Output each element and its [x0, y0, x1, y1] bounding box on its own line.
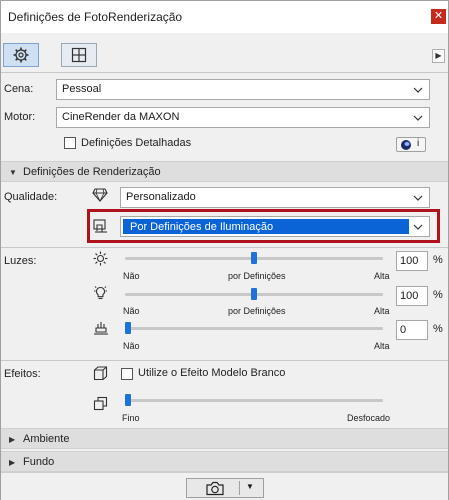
- section-ambiente[interactable]: ▶ Ambiente: [1, 428, 448, 449]
- settings-window: Definições de FotoRenderização ✕ ▶ Cena:…: [0, 0, 449, 500]
- ambient-light-icon: [94, 322, 108, 335]
- illumination-dropdown[interactable]: Por Definições de Iluminação: [120, 216, 430, 237]
- slider-min-label: Não: [123, 306, 140, 316]
- cena-label: Cena:: [4, 83, 34, 95]
- motor-value: CineRender da MAXON: [62, 111, 180, 123]
- slider-thumb[interactable]: [125, 322, 131, 334]
- efeitos-label: Efeitos:: [4, 368, 41, 380]
- bulb-icon: [94, 286, 107, 300]
- camera-icon: [206, 481, 224, 496]
- window-title: Definições de FotoRenderização: [8, 10, 183, 24]
- tab-grid-settings[interactable]: [61, 43, 97, 67]
- motor-label: Motor:: [4, 111, 36, 123]
- lights-bulb-value-input[interactable]: 100: [396, 286, 428, 306]
- tab-general-settings[interactable]: [3, 43, 39, 67]
- cena-value: Pessoal: [62, 83, 102, 95]
- section-render-settings[interactable]: ▼ Definições de Renderização: [1, 161, 448, 182]
- lights-ambient-slider[interactable]: [125, 321, 383, 335]
- slider-track: [125, 399, 383, 402]
- slider-mid-label: por Definições: [228, 271, 286, 281]
- lights-bulb-slider[interactable]: [125, 287, 383, 301]
- tab-bar: ▶: [1, 39, 448, 71]
- slider-track: [125, 327, 383, 330]
- blur-effect-icon: [93, 396, 108, 411]
- slider-min-label: Não: [123, 341, 140, 351]
- slider-max-label: Alta: [374, 341, 390, 351]
- gear-icon: [13, 47, 29, 63]
- info-icon: i: [417, 138, 420, 149]
- close-icon: ✕: [433, 10, 444, 22]
- slider-max-label: Alta: [374, 306, 390, 316]
- qualidade-label: Qualidade:: [4, 191, 58, 203]
- percent-unit: %: [433, 254, 443, 266]
- cube-icon: [93, 366, 108, 381]
- lights-sun-value-input[interactable]: 100: [396, 251, 428, 271]
- slider-thumb[interactable]: [125, 394, 131, 406]
- tabs-scroll-right-button[interactable]: ▶: [432, 49, 445, 63]
- cena-dropdown[interactable]: Pessoal: [56, 79, 430, 100]
- button-divider: [239, 481, 240, 495]
- render-button[interactable]: ▼: [186, 478, 264, 498]
- section-fundo-title: Fundo: [23, 456, 55, 468]
- illumination-preset-icon: [93, 219, 107, 233]
- detailed-settings-checkbox[interactable]: [64, 137, 76, 149]
- diamond-icon: [92, 188, 108, 202]
- slider-thumb[interactable]: [251, 288, 257, 300]
- triangle-right-icon: ▶: [9, 435, 16, 444]
- chevron-down-icon: [411, 189, 425, 206]
- slider-mid-label: por Definições: [228, 306, 286, 316]
- detailed-settings-label: Definições Detalhadas: [81, 137, 192, 149]
- blur-slider[interactable]: [125, 393, 383, 407]
- dropdown-arrow-icon[interactable]: ▼: [246, 482, 254, 491]
- percent-unit: %: [433, 323, 443, 335]
- lights-ambient-value-input[interactable]: 0: [396, 320, 428, 340]
- close-button[interactable]: ✕: [431, 9, 446, 24]
- slider-min-label: Fino: [122, 413, 140, 423]
- chevron-down-icon: [411, 81, 425, 98]
- illumination-value: Por Definições de Iluminação: [130, 221, 274, 233]
- lights-sun-slider[interactable]: [125, 251, 383, 265]
- bottom-toolbar: ▼: [1, 472, 448, 500]
- engine-info-button[interactable]: i: [396, 137, 426, 152]
- quality-value: Personalizado: [126, 191, 196, 203]
- luzes-label: Luzes:: [4, 255, 37, 267]
- triangle-right-icon: ▶: [435, 51, 442, 60]
- section-fundo[interactable]: ▶ Fundo: [1, 451, 448, 472]
- motor-dropdown[interactable]: CineRender da MAXON: [56, 107, 430, 128]
- divider: [1, 360, 448, 361]
- selection-highlight: Por Definições de Iluminação: [123, 219, 409, 234]
- slider-min-label: Não: [123, 271, 140, 281]
- percent-unit: %: [433, 289, 443, 301]
- triangle-down-icon: ▼: [9, 168, 17, 177]
- white-model-checkbox[interactable]: [121, 368, 133, 380]
- slider-max-label: Desfocado: [347, 413, 391, 423]
- chevron-down-icon: [411, 109, 425, 126]
- divider: [1, 247, 448, 248]
- grid-view-icon: [71, 47, 87, 63]
- slider-max-label: Alta: [374, 271, 390, 281]
- title-bar: Definições de FotoRenderização ✕: [1, 1, 448, 33]
- cinema4d-logo-icon: [401, 140, 411, 150]
- quality-dropdown[interactable]: Personalizado: [120, 187, 430, 208]
- chevron-down-icon: [411, 218, 425, 235]
- divider: [1, 72, 448, 73]
- white-model-label: Utilize o Efeito Modelo Branco: [138, 367, 286, 379]
- slider-thumb[interactable]: [251, 252, 257, 264]
- section-render-settings-title: Definições de Renderização: [23, 166, 161, 178]
- triangle-right-icon: ▶: [9, 458, 16, 467]
- section-ambiente-title: Ambiente: [23, 433, 70, 445]
- sun-icon: [93, 251, 108, 266]
